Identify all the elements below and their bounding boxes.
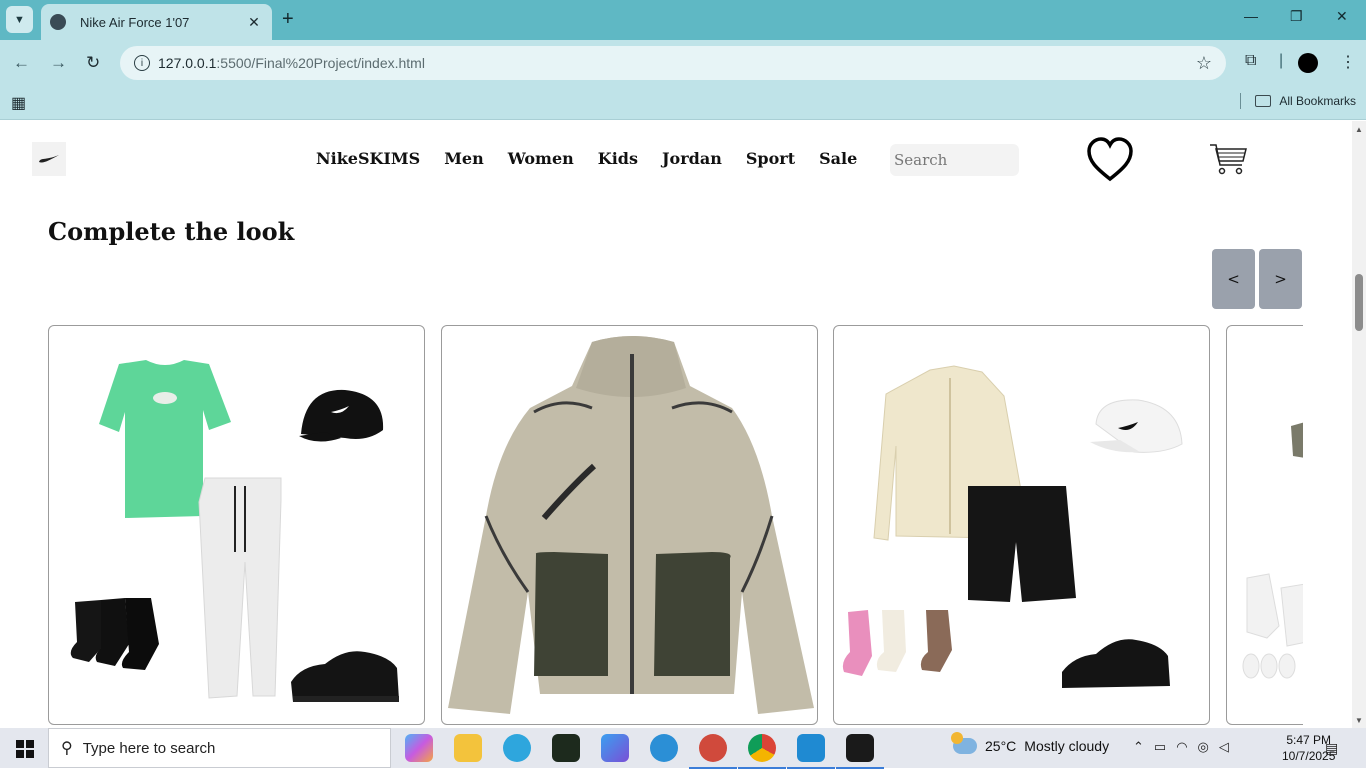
white-socks-image bbox=[1242, 573, 1303, 679]
site-header: NikeSKIMS Men Women Kids Jordan Sport Sa… bbox=[0, 121, 1352, 199]
system-tray: ⌃ ▭ ◠ ◎ ◁ bbox=[1133, 739, 1229, 755]
outfit-image bbox=[842, 365, 1183, 688]
main-nav: NikeSKIMS Men Women Kids Jordan Sport Sa… bbox=[316, 149, 857, 168]
toolbar-divider: | bbox=[1279, 52, 1284, 69]
chevron-up-icon[interactable]: ⌃ bbox=[1133, 739, 1144, 755]
search-icon: ⚲ bbox=[61, 740, 73, 757]
battery-icon[interactable]: ▭ bbox=[1154, 739, 1166, 755]
product-card-outfit-1[interactable] bbox=[48, 325, 425, 725]
speaker-icon[interactable]: ◁ bbox=[1219, 739, 1229, 755]
white-cap-image bbox=[1090, 399, 1183, 453]
browser-toolbar: ← → ↻ i 127.0.0.1:5500/Final%20Project/i… bbox=[0, 40, 1366, 86]
edge-icon[interactable] bbox=[650, 734, 678, 762]
site-info-icon[interactable]: i bbox=[134, 55, 150, 71]
product-card-outfit-2[interactable] bbox=[833, 325, 1210, 725]
tab-search-button[interactable]: ▼ bbox=[6, 6, 33, 33]
heart-icon[interactable] bbox=[1086, 137, 1134, 183]
grey-joggers-image bbox=[198, 477, 282, 699]
app-icon[interactable] bbox=[689, 734, 737, 769]
vscode-icon[interactable] bbox=[787, 734, 835, 769]
extensions-icon[interactable]: ⧉ bbox=[1245, 52, 1256, 70]
scroll-down-arrow[interactable]: ▼ bbox=[1355, 716, 1363, 725]
jacket-image bbox=[448, 336, 814, 714]
windows-start-icon[interactable] bbox=[16, 740, 34, 758]
bookmark-star-icon[interactable]: ☆ bbox=[1196, 53, 1212, 74]
notification-icon[interactable]: ▤ bbox=[1325, 740, 1338, 757]
scroll-up-arrow[interactable]: ▲ bbox=[1355, 125, 1363, 134]
nav-item-men[interactable]: Men bbox=[444, 149, 484, 168]
nav-item-nikeskims[interactable]: NikeSKIMS bbox=[316, 149, 420, 168]
outfit-image bbox=[1242, 422, 1303, 679]
address-bar[interactable]: i 127.0.0.1:5500/Final%20Project/index.h… bbox=[120, 46, 1226, 80]
tab-title: Nike Air Force 1'07 bbox=[80, 14, 190, 30]
nav-item-kids[interactable]: Kids bbox=[598, 149, 638, 168]
taskbar-search-box[interactable]: ⚲ Type here to search bbox=[48, 728, 391, 768]
page-scrollbar[interactable]: ▲ ▼ bbox=[1352, 121, 1366, 728]
tab-close-icon[interactable]: ✕ bbox=[246, 14, 262, 31]
carousel-prev-button[interactable]: < bbox=[1212, 249, 1255, 309]
chrome-icon[interactable] bbox=[738, 734, 786, 769]
socks-image bbox=[842, 610, 952, 676]
taskbar-search-placeholder: Type here to search bbox=[82, 739, 216, 757]
search-input[interactable] bbox=[890, 144, 1019, 176]
url-path: :5500/Final%20Project/index.html bbox=[216, 55, 425, 71]
black-cap-image bbox=[299, 389, 384, 442]
cloudy-icon bbox=[951, 732, 977, 754]
bookmarks-bar: ▦ All Bookmarks bbox=[0, 86, 1366, 120]
windows-taskbar: ⚲ Type here to search 25°C Mostly cloudy… bbox=[0, 728, 1366, 769]
all-bookmarks-button[interactable]: All Bookmarks bbox=[1240, 93, 1356, 109]
terminal-icon[interactable] bbox=[836, 734, 884, 769]
web-page: NikeSKIMS Men Women Kids Jordan Sport Sa… bbox=[0, 121, 1352, 728]
all-bookmarks-label: All Bookmarks bbox=[1279, 94, 1356, 108]
close-window-button[interactable]: ✕ bbox=[1336, 8, 1348, 25]
reload-icon[interactable]: ↻ bbox=[86, 53, 100, 73]
telegram-icon[interactable] bbox=[503, 734, 531, 762]
weather-widget[interactable]: 25°C Mostly cloudy bbox=[951, 732, 1110, 754]
pycharm-icon[interactable] bbox=[552, 734, 580, 762]
outfit-image bbox=[70, 360, 399, 702]
black-sneaker-image bbox=[1062, 639, 1170, 688]
product-card-jacket[interactable] bbox=[441, 325, 818, 725]
swoosh-icon bbox=[39, 155, 59, 163]
product-card-outfit-3[interactable] bbox=[1226, 325, 1303, 725]
forward-arrow-icon[interactable]: → bbox=[50, 53, 67, 73]
scrollbar-thumb[interactable] bbox=[1355, 274, 1363, 331]
carousel-next-button[interactable]: > bbox=[1259, 249, 1302, 309]
black-socks-image bbox=[70, 598, 159, 670]
copilot-icon[interactable] bbox=[405, 734, 433, 762]
url-host: 127.0.0.1 bbox=[158, 55, 217, 71]
carousel-track bbox=[48, 325, 1303, 725]
browser-tab-bar: ▼ Nike Air Force 1'07 ✕ + — ❐ ✕ bbox=[0, 0, 1366, 40]
nav-item-sale[interactable]: Sale bbox=[819, 149, 857, 168]
menu-dots-icon[interactable]: ⋮ bbox=[1340, 52, 1356, 72]
nav-item-women[interactable]: Women bbox=[508, 149, 574, 168]
folder-icon bbox=[1255, 95, 1272, 107]
black-shorts-image bbox=[968, 486, 1076, 602]
globe-icon bbox=[50, 14, 66, 30]
new-tab-button[interactable]: + bbox=[282, 9, 294, 29]
minimize-button[interactable]: — bbox=[1244, 8, 1258, 24]
restore-button[interactable]: ❐ bbox=[1290, 8, 1303, 25]
location-icon[interactable]: ◎ bbox=[1198, 739, 1209, 755]
weather-temp: 25°C bbox=[985, 738, 1017, 754]
file-explorer-icon[interactable] bbox=[454, 734, 482, 762]
cart-icon[interactable] bbox=[1208, 141, 1248, 177]
bookmarks-divider bbox=[1240, 93, 1242, 109]
section-title: Complete the look bbox=[48, 217, 295, 246]
nav-item-jordan[interactable]: Jordan bbox=[662, 149, 722, 168]
nike-logo[interactable] bbox=[32, 142, 66, 176]
profile-avatar[interactable] bbox=[1298, 53, 1318, 73]
black-sneaker-image bbox=[291, 651, 399, 702]
nav-item-sport[interactable]: Sport bbox=[746, 149, 795, 168]
m365-icon[interactable] bbox=[601, 734, 629, 762]
active-tab[interactable]: Nike Air Force 1'07 ✕ bbox=[41, 4, 272, 40]
wifi-icon[interactable]: ◠ bbox=[1176, 739, 1187, 755]
weather-text: Mostly cloudy bbox=[1024, 738, 1110, 754]
back-arrow-icon[interactable]: ← bbox=[13, 53, 30, 73]
apps-grid-icon[interactable]: ▦ bbox=[11, 93, 26, 113]
